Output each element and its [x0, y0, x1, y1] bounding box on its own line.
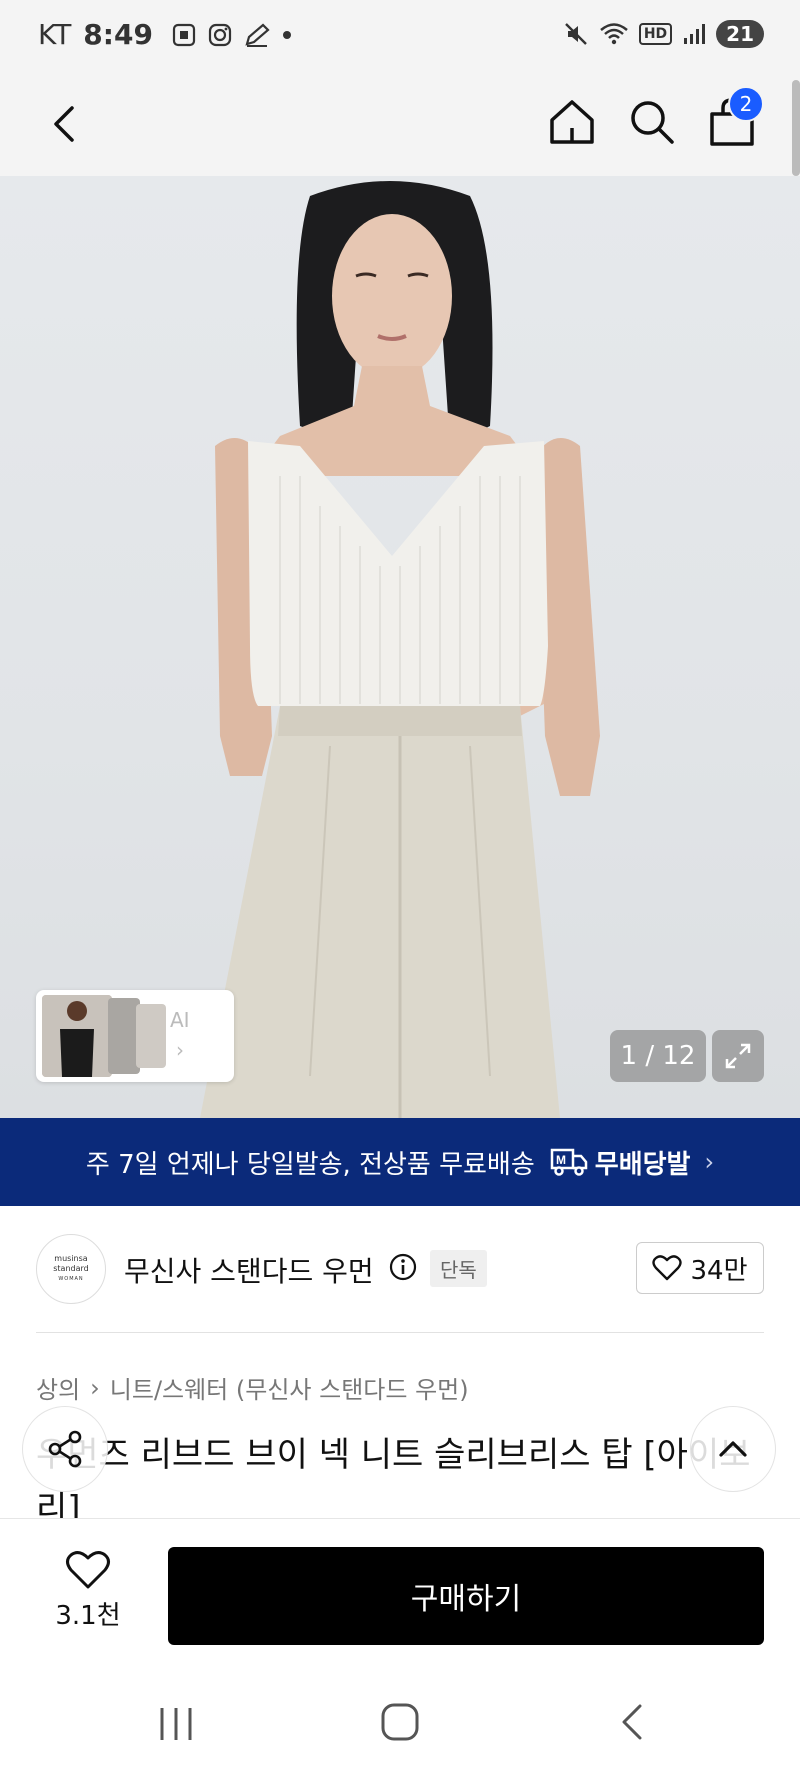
carrier-label: KT [38, 18, 72, 51]
mute-icon [564, 23, 587, 45]
back-nav-icon[interactable] [612, 1702, 652, 1742]
battery-indicator: 21 [716, 20, 764, 48]
signal-icon [684, 24, 706, 44]
banner-brand-label: 무배당발 [594, 1149, 691, 1180]
free-delivery-brand: M 무배당발 [549, 1144, 691, 1181]
chevron-left-icon [54, 106, 74, 142]
share-icon [48, 1430, 82, 1468]
recent-apps-icon[interactable] [156, 1704, 196, 1744]
product-image-carousel[interactable]: AI › 1 / 12 [0, 176, 800, 1118]
share-button[interactable] [22, 1406, 108, 1492]
brand-logo-line3: WOMAN [58, 1276, 84, 1282]
divider [36, 1332, 764, 1333]
brand-like-count: 34만 [690, 1255, 748, 1286]
search-button[interactable] [624, 94, 680, 150]
top-navigation: 2 [0, 72, 800, 176]
wifi-icon [600, 23, 628, 45]
breadcrumb: 상의 › 니트/스웨터 (무신사 스탠다드 우먼) [36, 1370, 469, 1405]
dot-icon [282, 30, 291, 39]
purchase-bar: 3.1천 구매하기 [0, 1518, 800, 1648]
delivery-truck-icon: M [550, 1148, 588, 1176]
system-navigation-bar [0, 1648, 800, 1778]
image-page-counter: 1 / 12 [610, 1030, 706, 1082]
wishlist-button[interactable]: 3.1천 [40, 1549, 136, 1633]
scrollbar[interactable] [792, 80, 800, 176]
chevron-right-icon: › [176, 1038, 184, 1062]
hd-badge: HD [638, 23, 673, 45]
chevron-right-icon: › [704, 1148, 715, 1176]
cart-count-badge: 2 [728, 86, 764, 122]
clock: 8:49 [83, 18, 153, 51]
breadcrumb-category[interactable]: 상의 [36, 1370, 80, 1405]
instagram-icon [208, 23, 232, 46]
delivery-banner[interactable]: 주 7일 언제나 당일발송, 전상품 무료배송 M 무배당발 › [0, 1118, 800, 1206]
chevron-up-icon [719, 1441, 747, 1457]
pen-icon [245, 23, 270, 47]
thumbnail-image [136, 1004, 166, 1068]
home-nav-icon[interactable] [380, 1702, 420, 1742]
brand-name-link[interactable]: 무신사 스탠다드 우먼 [124, 1250, 374, 1290]
home-icon [550, 100, 594, 144]
brand-row: musinsa standard WOMAN 무신사 스탠다드 우먼 단독 34… [0, 1206, 800, 1332]
info-icon[interactable] [388, 1252, 418, 1282]
wishlist-count: 3.1천 [55, 1601, 121, 1631]
ai-look-thumbnails[interactable]: AI › [36, 990, 234, 1082]
expand-icon [725, 1043, 751, 1069]
ai-label: AI [170, 1008, 190, 1032]
breadcrumb-subcategory[interactable]: 니트/스웨터 (무신사 스탠다드 우먼) [110, 1370, 469, 1405]
status-left: KT 8:49 [38, 18, 293, 51]
truck-mark: M [556, 1153, 566, 1167]
banner-text: 주 7일 언제나 당일발송, 전상품 무료배송 [85, 1149, 535, 1180]
home-button[interactable] [544, 94, 600, 150]
buy-button[interactable]: 구매하기 [168, 1547, 764, 1645]
status-bar: KT 8:49 HD 21 [0, 0, 800, 72]
brand-logo-line2: standard [53, 1264, 89, 1273]
model-thumbnail-icon [42, 995, 112, 1077]
heart-icon [66, 1551, 110, 1589]
notification-icons [171, 22, 293, 48]
status-right: HD 21 [563, 20, 764, 48]
product-photo [200, 181, 600, 1118]
screenshot-icon [172, 23, 196, 46]
brand-logo-line1: musinsa [54, 1254, 88, 1263]
brand-like-button[interactable]: 34만 [636, 1242, 764, 1294]
brand-logo[interactable]: musinsa standard WOMAN [36, 1234, 106, 1304]
thumbnail-image [42, 995, 112, 1077]
back-button[interactable] [40, 98, 92, 150]
chevron-right-icon: › [90, 1373, 100, 1402]
search-icon [631, 101, 674, 144]
scroll-top-button[interactable] [690, 1406, 776, 1492]
heart-icon [652, 1255, 683, 1281]
exclusive-badge: 단독 [430, 1250, 487, 1287]
expand-button[interactable] [712, 1030, 764, 1082]
